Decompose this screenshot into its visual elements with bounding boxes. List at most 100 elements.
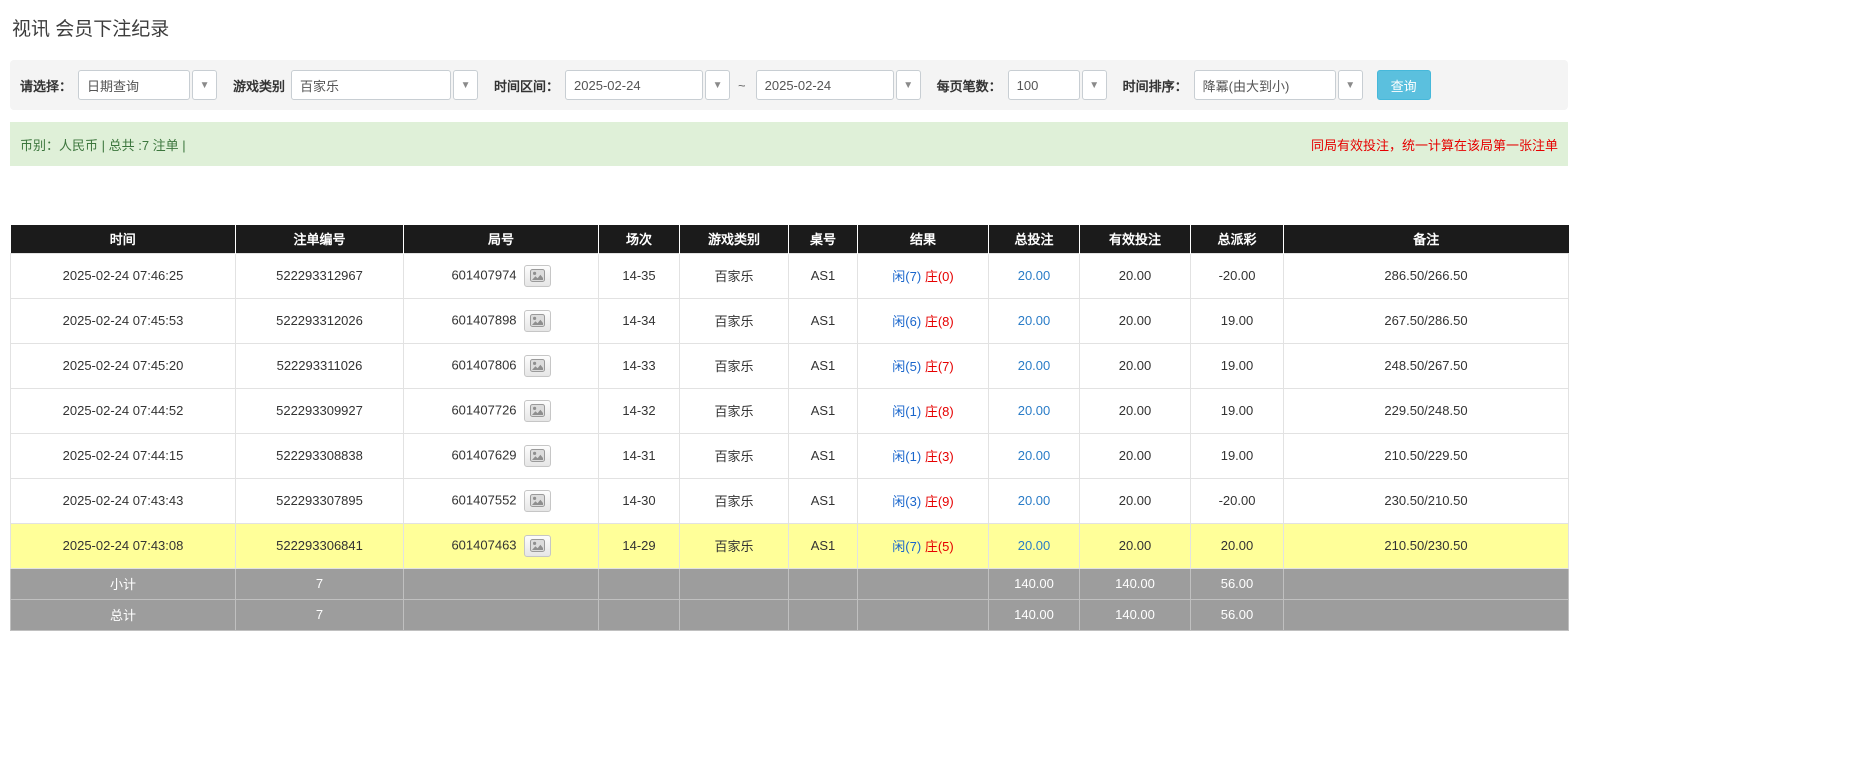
date-start-input[interactable] <box>565 70 703 100</box>
total-bet-link[interactable]: 20.00 <box>1018 493 1051 508</box>
cell-round: 601407629 <box>404 433 599 478</box>
table-row: 2025-02-24 07:44:52 522293309927 6014077… <box>11 388 1569 433</box>
media-thumbnail-icon[interactable] <box>524 490 551 512</box>
cell-result: 闲(7) 庄(0) <box>858 253 989 298</box>
cell-game-type: 百家乐 <box>680 388 789 433</box>
date-end-dropdown-button[interactable]: ▼ <box>896 70 921 100</box>
cell-time: 2025-02-24 07:45:53 <box>11 298 236 343</box>
date-start-dropdown-button[interactable]: ▼ <box>705 70 730 100</box>
total-bet-link[interactable]: 20.00 <box>1018 268 1051 283</box>
round-number: 601407463 <box>451 537 516 552</box>
total-payout: 56.00 <box>1191 599 1284 630</box>
cell-time: 2025-02-24 07:44:52 <box>11 388 236 433</box>
cell-time: 2025-02-24 07:43:43 <box>11 478 236 523</box>
cell-round: 601407463 <box>404 523 599 568</box>
media-thumbnail-icon[interactable] <box>524 265 551 287</box>
subtotal-row: 小计 7 140.00 140.00 56.00 <box>11 568 1569 599</box>
cell-valid-bet: 20.00 <box>1080 433 1191 478</box>
summary-bar: 币别：人民币 | 总共 :7 注单 | 同局有效投注，统一计算在该局第一张注单 <box>10 122 1568 166</box>
total-bet-link[interactable]: 20.00 <box>1018 403 1051 418</box>
cell-note: 230.50/210.50 <box>1284 478 1569 523</box>
search-button[interactable]: 查询 <box>1377 70 1431 100</box>
per-page-input[interactable] <box>1008 70 1080 100</box>
result-banker: 庄(8) <box>925 404 954 419</box>
summary-notice: 同局有效投注，统一计算在该局第一张注单 <box>1311 135 1558 154</box>
result-player: 闲(3) <box>892 494 921 509</box>
total-bet-link[interactable]: 20.00 <box>1018 448 1051 463</box>
page-title: 视讯 会员下注纪录 <box>0 0 1865 41</box>
query-type-label: 请选择： <box>20 76 72 95</box>
table-row: 2025-02-24 07:45:53 522293312026 6014078… <box>11 298 1569 343</box>
empty-cell <box>789 599 858 630</box>
game-type-combobox: ▼ <box>291 70 478 100</box>
empty-cell <box>404 568 599 599</box>
column-header: 备注 <box>1284 225 1569 253</box>
column-header: 注单编号 <box>236 225 404 253</box>
cell-table-no: AS1 <box>789 343 858 388</box>
round-number: 601407629 <box>451 447 516 462</box>
cell-round: 601407898 <box>404 298 599 343</box>
cell-note: 210.50/229.50 <box>1284 433 1569 478</box>
cell-bet-id: 522293312967 <box>236 253 404 298</box>
total-bet-link[interactable]: 20.00 <box>1018 358 1051 373</box>
game-type-input[interactable] <box>291 70 451 100</box>
date-end-input[interactable] <box>756 70 894 100</box>
cell-result: 闲(1) 庄(8) <box>858 388 989 433</box>
cell-total-bet: 20.00 <box>989 478 1080 523</box>
table-body: 2025-02-24 07:46:25 522293312967 6014079… <box>11 253 1569 568</box>
table-row: 2025-02-24 07:43:43 522293307895 6014075… <box>11 478 1569 523</box>
cell-result: 闲(3) 庄(9) <box>858 478 989 523</box>
cell-round: 601407806 <box>404 343 599 388</box>
media-thumbnail-icon[interactable] <box>524 400 551 422</box>
media-thumbnail-icon[interactable] <box>524 310 551 332</box>
chevron-down-icon: ▼ <box>903 80 913 91</box>
subtotal-label: 小计 <box>11 568 236 599</box>
cell-total-bet: 20.00 <box>989 298 1080 343</box>
total-bet-link[interactable]: 20.00 <box>1018 313 1051 328</box>
media-thumbnail-icon[interactable] <box>524 355 551 377</box>
query-type-dropdown-button[interactable]: ▼ <box>192 70 217 100</box>
round-number: 601407552 <box>451 492 516 507</box>
cell-payout: -20.00 <box>1191 478 1284 523</box>
empty-cell <box>599 568 680 599</box>
cell-round: 601407974 <box>404 253 599 298</box>
media-thumbnail-icon[interactable] <box>524 445 551 467</box>
cell-valid-bet: 20.00 <box>1080 478 1191 523</box>
time-sort-dropdown-button[interactable]: ▼ <box>1338 70 1363 100</box>
media-thumbnail-icon[interactable] <box>524 535 551 557</box>
page: 视讯 会员下注纪录 请选择： ▼ 游戏类别 ▼ 时间区间： ▼ ~ ▼ 每页笔数… <box>0 0 1865 769</box>
cell-bet-id: 522293307895 <box>236 478 404 523</box>
empty-cell <box>1284 568 1569 599</box>
cell-bet-id: 522293308838 <box>236 433 404 478</box>
chevron-down-icon: ▼ <box>1089 80 1099 91</box>
cell-time: 2025-02-24 07:43:08 <box>11 523 236 568</box>
column-header: 结果 <box>858 225 989 253</box>
cell-session: 14-30 <box>599 478 680 523</box>
cell-total-bet: 20.00 <box>989 433 1080 478</box>
cell-valid-bet: 20.00 <box>1080 388 1191 433</box>
empty-cell <box>599 599 680 630</box>
summary-currency-count: 币别：人民币 | 总共 :7 注单 | <box>20 135 186 154</box>
query-type-input[interactable] <box>78 70 190 100</box>
cell-game-type: 百家乐 <box>680 253 789 298</box>
per-page-dropdown-button[interactable]: ▼ <box>1082 70 1107 100</box>
cell-result: 闲(7) 庄(5) <box>858 523 989 568</box>
cell-total-bet: 20.00 <box>989 343 1080 388</box>
time-sort-label: 时间排序： <box>1123 76 1188 95</box>
total-bet-link[interactable]: 20.00 <box>1018 538 1051 553</box>
cell-table-no: AS1 <box>789 388 858 433</box>
total-count: 7 <box>236 599 404 630</box>
empty-cell <box>404 599 599 630</box>
cell-table-no: AS1 <box>789 253 858 298</box>
result-player: 闲(7) <box>892 539 921 554</box>
cell-total-bet: 20.00 <box>989 388 1080 433</box>
cell-game-type: 百家乐 <box>680 433 789 478</box>
subtotal-count: 7 <box>236 568 404 599</box>
time-sort-input[interactable] <box>1194 70 1336 100</box>
result-player: 闲(7) <box>892 269 921 284</box>
cell-payout: 19.00 <box>1191 388 1284 433</box>
cell-valid-bet: 20.00 <box>1080 343 1191 388</box>
filter-bar: 请选择： ▼ 游戏类别 ▼ 时间区间： ▼ ~ ▼ 每页笔数： ▼ 时间排序： … <box>10 60 1568 110</box>
cell-time: 2025-02-24 07:45:20 <box>11 343 236 388</box>
game-type-dropdown-button[interactable]: ▼ <box>453 70 478 100</box>
